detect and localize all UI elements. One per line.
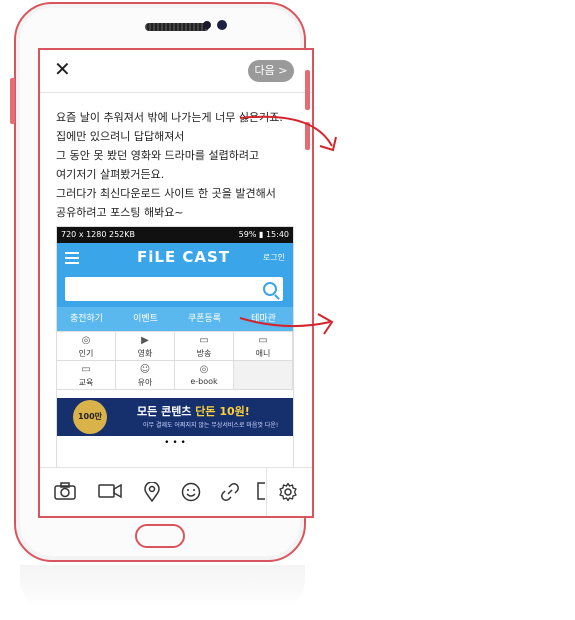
arrow-upper bbox=[239, 115, 333, 147]
annotation-arrows bbox=[239, 115, 337, 335]
arrow-lower bbox=[239, 317, 331, 327]
